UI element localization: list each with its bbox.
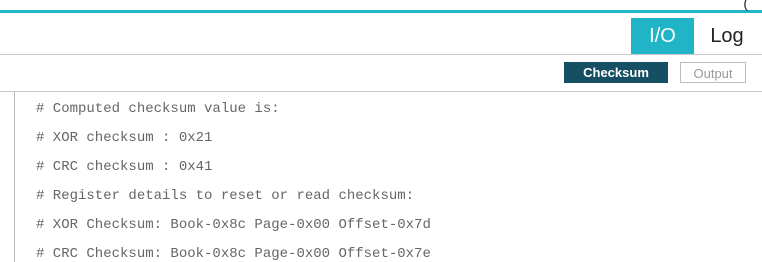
toolbar: Checksum Output: [0, 55, 762, 92]
console-line: # CRC Checksum: Book-0x8c Page-0x00 Offs…: [36, 246, 431, 262]
corner-mark: (: [743, 0, 748, 11]
checksum-button[interactable]: Checksum: [564, 62, 668, 83]
console-line: # Register details to reset or read chec…: [36, 188, 415, 204]
console-lines: # Computed checksum value is: # XOR chec…: [36, 100, 431, 262]
console-line: # XOR Checksum: Book-0x8c Page-0x00 Offs…: [36, 217, 431, 233]
tab-bar: I/O Log: [0, 14, 762, 55]
accent-divider: [0, 10, 762, 13]
console-gutter-line: [14, 92, 15, 262]
output-button[interactable]: Output: [680, 62, 746, 83]
tab-log[interactable]: Log: [696, 18, 758, 54]
app-frame: ( I/O Log Checksum Output # Computed che…: [0, 0, 762, 262]
tab-io[interactable]: I/O: [631, 18, 694, 54]
console-line: # CRC checksum : 0x41: [36, 159, 213, 175]
console-output: # Computed checksum value is: # XOR chec…: [0, 92, 762, 262]
console-line: # Computed checksum value is:: [36, 101, 280, 117]
console-line: # XOR checksum : 0x21: [36, 130, 213, 146]
